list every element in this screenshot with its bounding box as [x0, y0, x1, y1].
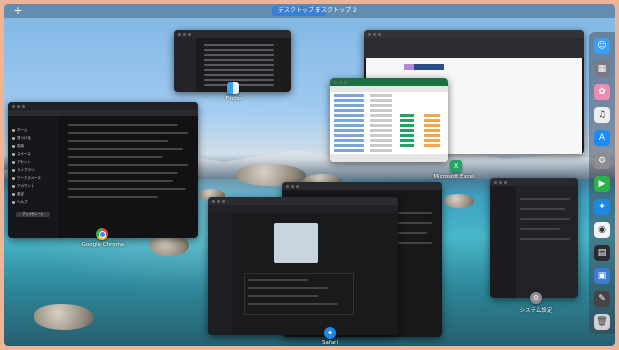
photos-icon[interactable]: ✿ — [594, 84, 610, 100]
upgrade-button[interactable]: アップグレード — [16, 212, 50, 217]
chrome-window-label: Google Chrome — [81, 242, 125, 248]
sidebar-item[interactable]: 設定 — [12, 192, 24, 197]
safari-window[interactable] — [208, 197, 398, 335]
excel-cell[interactable] — [400, 124, 414, 127]
excel-cell[interactable] — [370, 94, 392, 97]
excel-cell[interactable] — [334, 129, 364, 132]
calendar-icon[interactable]: ▣ — [594, 268, 610, 284]
excel-cell[interactable] — [334, 124, 364, 127]
chrome-window[interactable]: ホーム 見つける 探索 スペース アセット ライブラリ ワークスペース アカウン… — [8, 102, 198, 238]
sidebar-item[interactable]: ヘルプ — [12, 200, 28, 205]
dock: ☺ ▦ ✿ ♫ A ⚙ ▶ ✦ ◉ ▤ ▣ ✎ 🗑 — [589, 32, 615, 334]
excel-cell[interactable] — [400, 139, 414, 142]
settings-window-label: システム設定 — [519, 308, 553, 314]
safari-icon[interactable]: ✦ — [594, 199, 610, 215]
chrome-icon[interactable] — [96, 228, 108, 240]
excel-cell[interactable] — [400, 134, 414, 137]
excel-window-label: Microsoft Excel — [433, 174, 475, 180]
chrome-icon[interactable]: ◉ — [594, 222, 610, 238]
safari-sidebar — [208, 213, 232, 335]
sidebar-item[interactable]: アカウント — [12, 184, 35, 189]
excel-cell[interactable] — [424, 119, 440, 122]
excel-cell[interactable] — [400, 114, 414, 117]
excel-cell[interactable] — [370, 124, 392, 127]
excel-cell[interactable] — [370, 144, 392, 147]
space-tab-desktop-2[interactable]: デスクトップ 2 — [309, 6, 363, 16]
sidebar-item[interactable]: 探索 — [12, 144, 24, 149]
excel-cell[interactable] — [400, 129, 414, 132]
sidebar-item[interactable]: 見つける — [12, 136, 31, 141]
excel-cell[interactable] — [334, 119, 364, 122]
finder-icon[interactable] — [227, 82, 239, 94]
music-icon[interactable]: ♫ — [594, 107, 610, 123]
excel-cell[interactable] — [370, 104, 392, 107]
excel-cell[interactable] — [370, 149, 392, 152]
excel-cell[interactable] — [424, 124, 440, 127]
finder-icon[interactable]: ☺ — [594, 38, 610, 54]
notes-icon[interactable]: ✎ — [594, 291, 610, 307]
settings-sidebar — [490, 186, 516, 298]
excel-cell[interactable] — [334, 144, 364, 147]
excel-cell[interactable] — [334, 114, 364, 117]
excel-sheet-tabs — [330, 154, 448, 162]
excel-icon[interactable]: X — [450, 160, 462, 172]
mission-control-spaces-bar: + デスクトップ 1 デスクトップ 2 — [4, 4, 615, 18]
excel-cell[interactable] — [400, 144, 414, 147]
excel-cell[interactable] — [370, 134, 392, 137]
chrome-sidebar: ホーム 見つける 探索 スペース アセット ライブラリ ワークスペース アカウン… — [8, 116, 58, 238]
excel-cell[interactable] — [424, 114, 440, 117]
excel-ribbon — [364, 38, 584, 58]
wallpaper-rock — [444, 194, 474, 208]
excel-cell[interactable] — [334, 104, 364, 107]
excel-cell[interactable] — [370, 99, 392, 102]
excel-cell[interactable] — [334, 139, 364, 142]
wallpaper-rock — [34, 304, 94, 330]
excel-cell[interactable] — [424, 134, 440, 137]
excel-cell[interactable] — [334, 94, 364, 97]
trash-icon[interactable]: 🗑 — [594, 314, 610, 330]
settings-window[interactable] — [490, 178, 578, 298]
finder-window-label: Finder — [225, 96, 243, 102]
settings-icon[interactable]: ⚙ — [594, 153, 610, 169]
sidebar-item[interactable]: ホーム — [12, 128, 27, 133]
finder-titlebar — [174, 30, 291, 38]
excel-formula-bar — [330, 86, 448, 92]
excel-cell[interactable] — [370, 114, 392, 117]
sidebar-item[interactable]: ワークスペース — [12, 176, 41, 181]
excel-cell[interactable] — [424, 129, 440, 132]
excel-cell[interactable] — [334, 134, 364, 137]
sidebar-item[interactable]: スペース — [12, 152, 31, 157]
launcher-icon[interactable]: ▤ — [594, 245, 610, 261]
app-store-icon[interactable]: A — [594, 130, 610, 146]
excel-cell[interactable] — [424, 144, 440, 147]
facetime-icon[interactable]: ▶ — [594, 176, 610, 192]
safari-icon[interactable]: ✦ — [324, 327, 336, 339]
excel-cell[interactable] — [334, 109, 364, 112]
excel-cell[interactable] — [334, 149, 364, 152]
safari-toolbar — [208, 205, 398, 213]
excel-cell[interactable] — [370, 119, 392, 122]
excel-cell[interactable] — [370, 109, 392, 112]
excel-cell[interactable] — [370, 129, 392, 132]
add-desktop-button[interactable]: + — [12, 5, 24, 16]
launchpad-icon[interactable]: ▦ — [594, 61, 610, 77]
settings-icon[interactable]: ⚙ — [530, 292, 542, 304]
safari-window-label: Safari — [322, 340, 338, 346]
excel-window-front[interactable] — [330, 78, 448, 162]
sidebar-item[interactable]: ライブラリ — [12, 168, 35, 173]
preview-image — [274, 223, 318, 263]
excel-cell[interactable] — [400, 119, 414, 122]
excel-cell[interactable] — [370, 139, 392, 142]
excel-cell[interactable] — [424, 139, 440, 142]
desktop-wallpaper: + デスクトップ 1 デスクトップ 2 Finder X Microsoft E… — [4, 4, 615, 346]
sidebar-item[interactable]: アセット — [12, 160, 31, 165]
excel-cell[interactable] — [334, 99, 364, 102]
finder-sidebar — [174, 38, 196, 92]
